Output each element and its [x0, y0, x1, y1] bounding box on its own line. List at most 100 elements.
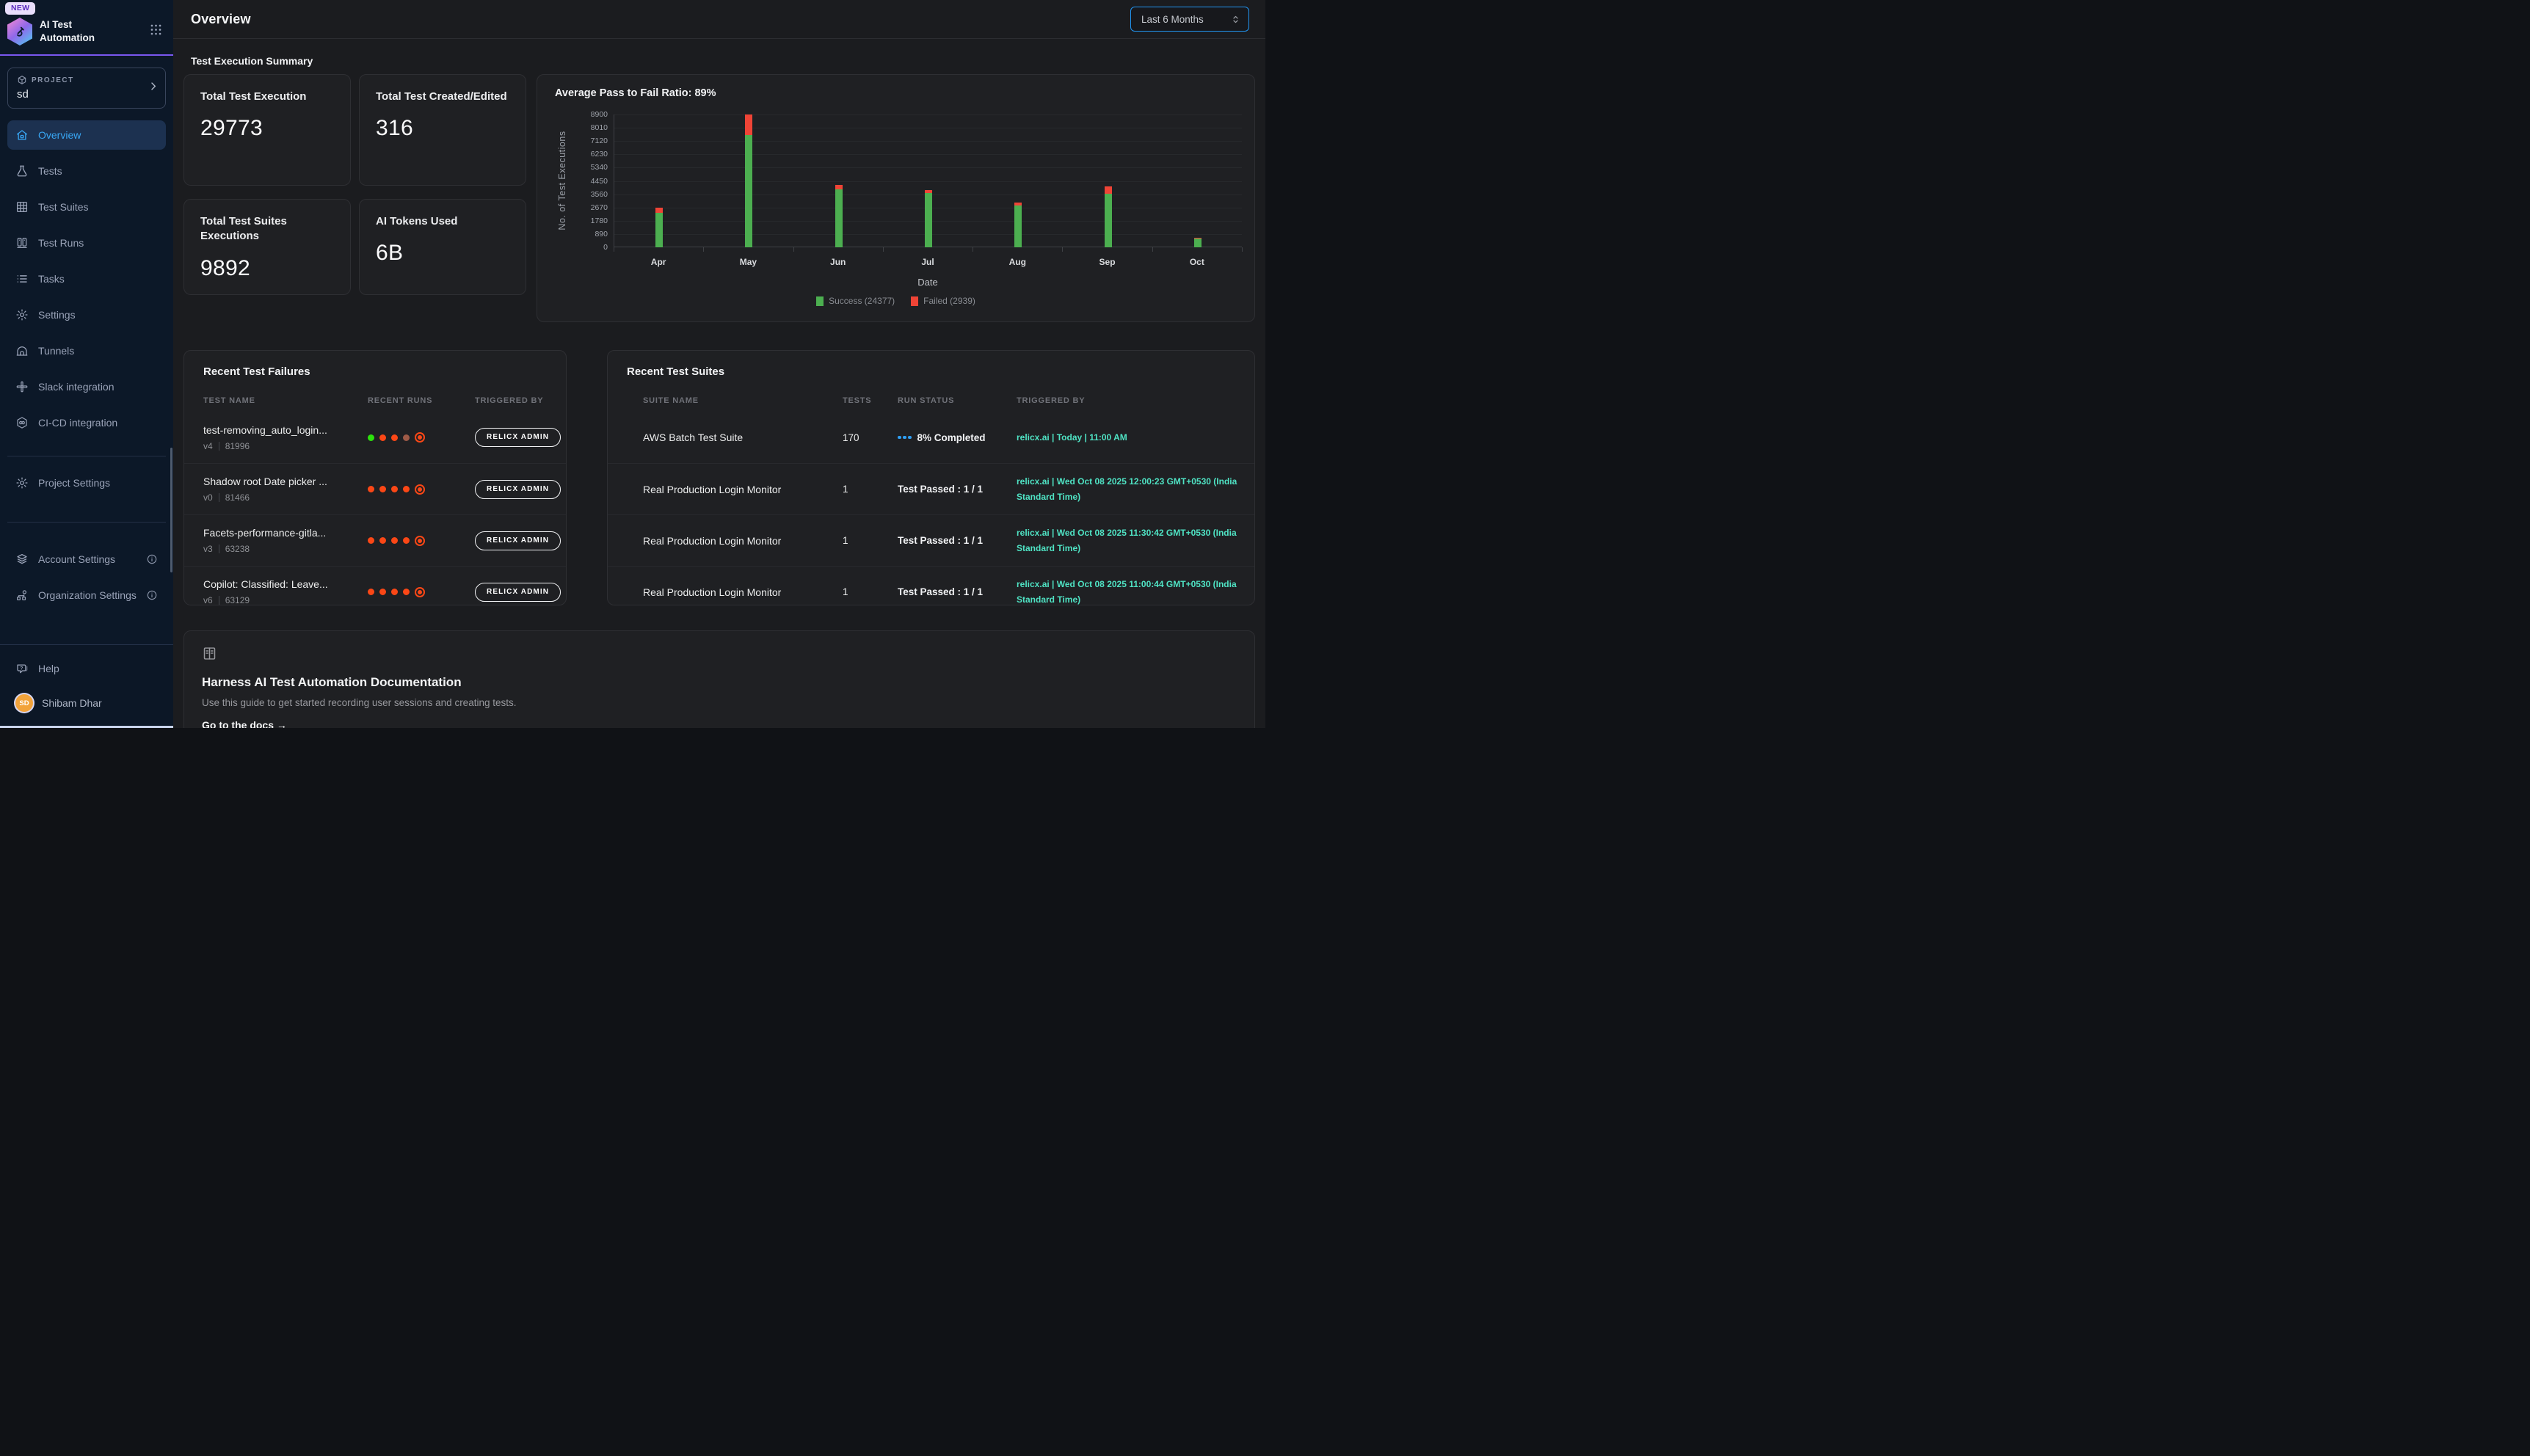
run-status-dot-green[interactable] — [368, 434, 374, 441]
chevron-updown-icon — [1230, 14, 1241, 25]
test-version-id: v363238 — [203, 544, 368, 554]
test-run-id: 81466 — [225, 492, 250, 503]
suite-triggered-by: relicx.ai | Wed Oct 08 2025 11:00:44 GMT… — [1017, 577, 1244, 606]
run-status-dot-red[interactable] — [368, 486, 374, 492]
sidebar-item-slack-integration[interactable]: Slack integration — [7, 372, 166, 401]
user-menu[interactable]: SD Shibam Dhar — [7, 690, 166, 716]
chart-gridline — [614, 181, 1242, 182]
stat-card-label: Total Test Suites Executions — [200, 214, 334, 244]
sidebar-item-test-runs[interactable]: Test Runs — [7, 228, 166, 258]
sidebar-item-organization-settings[interactable]: Organization Settings — [7, 580, 166, 610]
date-range-select[interactable]: Last 6 Months — [1130, 7, 1249, 32]
run-status-dot-red[interactable] — [368, 537, 374, 544]
bar-success-may — [745, 135, 752, 247]
failures-title: Recent Test Failures — [184, 351, 566, 378]
table-row[interactable]: Facets-performance-gitla...v363238RELICX… — [184, 514, 566, 566]
bar-success-jun — [835, 189, 843, 247]
run-status-dot-red[interactable] — [379, 589, 386, 595]
run-status-dot-red[interactable] — [391, 434, 398, 441]
sidebar-item-tunnels[interactable]: Tunnels — [7, 336, 166, 365]
table-row[interactable]: test-removing_auto_login...v481996RELICX… — [184, 412, 566, 463]
sidebar-item-tests[interactable]: Tests — [7, 156, 166, 186]
run-status-target-icon[interactable] — [415, 587, 425, 597]
sidebar-footer: ? Help SD Shibam Dhar — [0, 644, 173, 728]
sidebar-scrollbar[interactable] — [170, 448, 172, 572]
suite-name: AWS Batch Test Suite — [643, 432, 843, 443]
table-row[interactable]: Shadow root Date picker ...v081466 RELICX… — [184, 463, 566, 514]
test-name: Shadow root Date picker ... — [203, 476, 368, 487]
suites-title: Recent Test Suites — [608, 351, 1254, 378]
run-status-dot-red[interactable] — [379, 537, 386, 544]
run-status-dot-red[interactable] — [379, 434, 386, 441]
suite-name: Real Production Login Monitor — [643, 484, 843, 495]
triggered-by-cell: RELICX ADMIN — [475, 583, 561, 602]
grid-icon — [15, 200, 29, 214]
legend-item-failed: Failed (2939) — [911, 296, 975, 306]
sidebar-item-settings[interactable]: Settings — [7, 300, 166, 330]
sidebar-item-project-settings[interactable]: Project Settings — [7, 468, 166, 498]
run-status-dot-brown[interactable] — [403, 434, 410, 441]
app-switcher-icon[interactable] — [149, 23, 163, 40]
recent-test-suites-card: Recent Test Suites SUITE NAMETESTSRUN ST… — [607, 350, 1255, 605]
test-version: v6 — [203, 595, 213, 605]
test-version-id: v481996 — [203, 441, 368, 451]
run-status-dot-red[interactable] — [391, 589, 398, 595]
chart-gridline — [614, 141, 1242, 142]
table-row[interactable]: Real Production Login Monitor1Test Passe… — [608, 514, 1254, 566]
sidebar-item-tasks[interactable]: Tasks — [7, 264, 166, 294]
run-status-dot-red[interactable] — [403, 589, 410, 595]
info-icon[interactable] — [146, 553, 158, 565]
table-row[interactable]: AWS Batch Test Suite1708% Completedrelic… — [608, 412, 1254, 463]
home-icon — [15, 128, 29, 142]
gear-icon — [15, 308, 29, 321]
sidebar-item-label: Tasks — [38, 272, 158, 285]
info-icon[interactable] — [146, 589, 158, 601]
table-row[interactable]: Real Production Login Monitor1Test Passe… — [608, 463, 1254, 514]
run-status-dot-red[interactable] — [403, 486, 410, 492]
run-status-target-icon[interactable] — [415, 484, 425, 495]
chart-y-tick-label: 8900 — [537, 110, 608, 119]
sidebar-item-overview[interactable]: Overview — [7, 120, 166, 150]
triggered-by-button[interactable]: RELICX ADMIN — [475, 480, 561, 499]
chart-gridline — [614, 114, 1242, 115]
chart-gridline — [614, 167, 1242, 168]
sidebar-item-help[interactable]: ? Help — [7, 654, 166, 683]
sidebar-item-account-settings[interactable]: Account Settings — [7, 545, 166, 574]
chart-x-tick-mark — [1062, 247, 1063, 252]
sidebar-item-ci-cd-integration[interactable]: CI-CD integration — [7, 408, 166, 437]
sidebar-item-test-suites[interactable]: Test Suites — [7, 192, 166, 222]
runs-icon — [15, 236, 29, 250]
run-status-dot-red[interactable] — [391, 486, 398, 492]
column-header-suite-name: SUITE NAME — [643, 396, 843, 405]
new-badge: NEW — [5, 2, 35, 15]
column-header-tests: TESTS — [843, 396, 898, 405]
bar-failed-jul — [925, 190, 932, 193]
run-status-target-icon[interactable] — [415, 432, 425, 443]
stat-card-total-test-execution: Total Test Execution29773 — [183, 74, 351, 186]
project-value: sd — [17, 88, 156, 101]
triggered-by-button[interactable]: RELICX ADMIN — [475, 531, 561, 550]
layers-icon — [15, 553, 29, 566]
table-row[interactable]: Real Production Login Monitor1Test Passe… — [608, 566, 1254, 605]
sidebar-nav: Overview Tests Test Suites Test Runs Tasks Se… — [0, 120, 173, 444]
recent-test-failures-card: Recent Test Failures TEST NAMERECENT RUN… — [183, 350, 567, 605]
triggered-by-button[interactable]: RELICX ADMIN — [475, 583, 561, 602]
run-status-text: Test Passed : 1 / 1 — [898, 535, 983, 546]
project-selector[interactable]: PROJECT sd — [7, 68, 166, 109]
run-status-dot-red[interactable] — [403, 537, 410, 544]
go-to-docs-link[interactable]: Go to the docs → — [202, 719, 287, 728]
run-status-target-icon[interactable] — [415, 536, 425, 546]
chart-x-tick-mark — [1152, 247, 1153, 252]
legend-label: Failed (2939) — [923, 296, 975, 306]
run-status-dot-red[interactable] — [391, 537, 398, 544]
suite-name: Real Production Login Monitor — [643, 535, 843, 547]
chart-x-tick-mark — [793, 247, 794, 252]
test-name-cell: Shadow root Date picker ...v081466 — [203, 476, 368, 503]
run-status-dot-red[interactable] — [368, 589, 374, 595]
table-row[interactable]: Copilot: Classified: Leave...v663129RELI… — [184, 566, 566, 605]
run-status-dot-red[interactable] — [379, 486, 386, 492]
sidebar-item-label: Settings — [38, 308, 158, 321]
triggered-by-button[interactable]: RELICX ADMIN — [475, 428, 561, 447]
app-title: AI Test Automation — [40, 18, 116, 44]
run-status-text: Test Passed : 1 / 1 — [898, 484, 983, 495]
